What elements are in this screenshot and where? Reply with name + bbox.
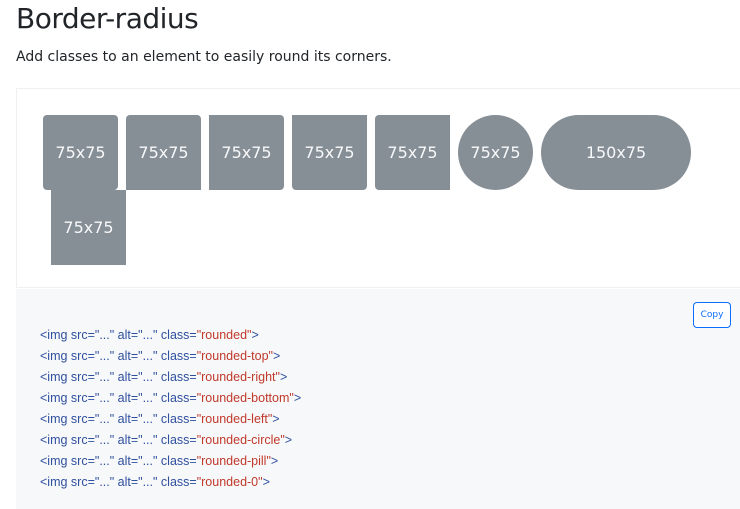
code-line: <img src="..." alt="..." class="rounded"… <box>40 325 301 346</box>
placeholder-rounded-left: 75x75 <box>375 115 450 190</box>
code-line: <img src="..." alt="..." class="rounded-… <box>40 472 301 493</box>
placeholder-rounded-pill: 150x75 <box>541 115 691 190</box>
code-line-suffix: > <box>273 349 281 363</box>
placeholder-rounded-right: 75x75 <box>209 115 284 190</box>
placeholder-rounded-0: 75x75 <box>51 190 126 265</box>
code-line: <img src="..." alt="..." class="rounded-… <box>40 388 301 409</box>
code-snippet: Copy <img src="..." alt="..." class="rou… <box>16 289 740 509</box>
code-lines: <img src="..." alt="..." class="rounded"… <box>40 325 301 493</box>
code-line-prefix: <img src="..." alt="..." class= <box>40 454 197 468</box>
code-line-suffix: > <box>272 412 280 426</box>
copy-button[interactable]: Copy <box>693 302 731 328</box>
code-line: <img src="..." alt="..." class="rounded-… <box>40 430 301 451</box>
code-line: <img src="..." alt="..." class="rounded-… <box>40 367 301 388</box>
code-line-class: "rounded-pill" <box>196 454 271 468</box>
code-line-class: "rounded-bottom" <box>196 391 294 405</box>
code-line-prefix: <img src="..." alt="..." class= <box>40 475 197 489</box>
placeholder-rounded-top: 75x75 <box>126 115 201 190</box>
code-line-prefix: <img src="..." alt="..." class= <box>40 433 197 447</box>
code-line-suffix: > <box>251 328 259 342</box>
code-line-suffix: > <box>293 391 302 405</box>
placeholder-rounded-circle: 75x75 <box>458 115 533 190</box>
code-line-class: "rounded-0" <box>196 475 263 489</box>
code-line-prefix: <img src="..." alt="..." class= <box>40 349 197 363</box>
code-line-class: "rounded-right" <box>196 370 280 384</box>
code-line: <img src="..." alt="..." class="rounded-… <box>40 409 301 430</box>
code-line-prefix: <img src="..." alt="..." class= <box>40 412 197 426</box>
code-line-class: "rounded" <box>196 328 252 342</box>
code-line-class: "rounded-left" <box>196 412 273 426</box>
placeholder-rounded-bottom: 75x75 <box>292 115 367 190</box>
code-line-prefix: <img src="..." alt="..." class= <box>40 328 197 342</box>
example-preview: 75x75 75x75 75x75 75x75 75x75 75x75 150x… <box>16 88 740 288</box>
code-line-prefix: <img src="..." alt="..." class= <box>40 391 197 405</box>
code-line-class: "rounded-circle" <box>196 433 285 447</box>
page-title: Border-radius <box>16 2 199 35</box>
code-line: <img src="..." alt="..." class="rounded-… <box>40 346 301 367</box>
code-line-class: "rounded-top" <box>196 349 273 363</box>
code-line-suffix: > <box>279 370 288 384</box>
code-line-suffix: > <box>284 433 293 447</box>
code-line-suffix: > <box>270 454 279 468</box>
code-line-suffix: > <box>262 475 270 489</box>
page-lead: Add classes to an element to easily roun… <box>16 49 392 65</box>
code-line: <img src="..." alt="..." class="rounded-… <box>40 451 301 472</box>
placeholder-rounded: 75x75 <box>43 115 118 190</box>
code-line-prefix: <img src="..." alt="..." class= <box>40 370 197 384</box>
